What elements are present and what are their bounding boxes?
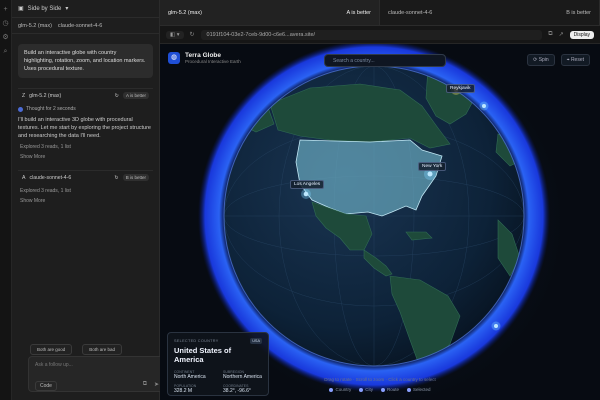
brand-title: Terra Globe	[185, 52, 222, 59]
interaction-hint: Drag to rotate · Scroll to zoom · Click …	[324, 377, 436, 382]
chevron-down-icon[interactable]: ▾	[65, 5, 68, 12]
send-icon[interactable]: ➤	[154, 381, 159, 388]
search-icon[interactable]: ⌕	[2, 48, 10, 56]
url-field[interactable]: 0191f104-03e2-7ceb-9d00-c6e6...avera.sit…	[200, 29, 543, 40]
reset-button[interactable]: ⌖ Reset	[560, 54, 590, 66]
tab-bar: glm-5.2 (max) A is better claude-sonnet-…	[160, 0, 600, 26]
chat-title[interactable]: Side by Side	[28, 6, 62, 12]
marker-europe[interactable]	[479, 101, 489, 111]
response-b-header: A claude-sonnet-4-6 ↻ B is better	[18, 170, 153, 184]
label-reykjavik[interactable]: Reykjavik	[446, 84, 475, 93]
legend-dot-icon	[380, 387, 385, 392]
thought-icon	[18, 106, 23, 112]
spin-button[interactable]: ⟳ Spin	[527, 54, 555, 66]
spin-label: Spin	[538, 57, 549, 63]
label-los-angeles[interactable]: Los Angeles	[290, 180, 325, 189]
thought-indicator[interactable]: Thought for 2 seconds	[18, 106, 153, 112]
legend-item: Selected	[407, 387, 431, 392]
plus-icon[interactable]: +	[2, 6, 10, 14]
explored-summary-a[interactable]: Explored 3 reads, 1 list	[20, 144, 151, 150]
chat-header: ▣ Side by Side ▾	[12, 0, 159, 18]
a-is-better-button[interactable]: A is better	[122, 92, 149, 99]
country-code-badge: USA	[250, 338, 262, 344]
both-good-button[interactable]: Both are good	[30, 344, 73, 355]
model-logo-icon: Z	[22, 92, 26, 99]
brand-subtitle: Procedural Interactive Earth	[185, 59, 241, 64]
tab-model-a[interactable]: glm-5.2 (max) A is better	[160, 0, 380, 25]
tab-a-badge[interactable]: A is better	[347, 10, 371, 16]
legend-label: Route	[386, 387, 399, 392]
both-bad-button[interactable]: Both are bad	[82, 344, 123, 355]
legend-dot-icon	[329, 387, 334, 392]
selected-country-name: United States of America	[174, 346, 232, 364]
globe-logo-icon: ◍	[168, 52, 180, 64]
response-b-model: claude-sonnet-4-6	[29, 174, 72, 181]
marker-los-angeles[interactable]	[301, 189, 311, 199]
explored-summary-b[interactable]: Explored 3 reads, 1 list	[20, 188, 151, 194]
tab-model-b[interactable]: claude-sonnet-4-6 B is better	[380, 0, 600, 25]
response-a-model: glm-5.2 (max)	[29, 92, 62, 99]
model-selector-row: glm-5.2 (max) claude-sonnet-4-6	[12, 18, 159, 34]
chat-panel: ▣ Side by Side ▾ glm-5.2 (max) claude-so…	[12, 0, 166, 400]
open-external-icon[interactable]: ↗	[559, 31, 564, 38]
history-icon[interactable]: ◷	[2, 20, 10, 28]
reload-icon[interactable]: ↻	[190, 31, 195, 38]
vote-row: Both are good Both are bad	[30, 344, 123, 355]
legend-item: Route	[380, 387, 399, 392]
app-viewport[interactable]: ◍ Terra Globe Procedural Interactive Ear…	[160, 44, 600, 400]
legend-dot-icon	[359, 387, 364, 392]
display-button[interactable]: Display	[569, 30, 594, 39]
composer-input[interactable]: Ask a follow up...	[35, 362, 73, 368]
tab-a-label: glm-5.2 (max)	[168, 9, 202, 16]
left-rail: + ◷ ⚙ ⌕	[0, 0, 12, 400]
tab-b-badge[interactable]: B is better	[566, 10, 591, 16]
browser-pane: glm-5.2 (max) A is better claude-sonnet-…	[160, 0, 600, 400]
refresh-icon[interactable]: ↻	[114, 175, 118, 181]
globe-controls: ⟳ Spin ⌖ Reset	[527, 54, 590, 66]
country-search-input[interactable]: Search a country...	[324, 54, 446, 67]
model-a-label[interactable]: glm-5.2 (max)	[18, 23, 52, 29]
legend-label: Selected	[413, 387, 431, 392]
model-b-label[interactable]: claude-sonnet-4-6	[58, 23, 102, 29]
legend-item: City	[359, 387, 373, 392]
app-brand: ◍ Terra Globe Procedural Interactive Ear…	[168, 52, 241, 64]
response-a-header: Z glm-5.2 (max) ↻ A is better	[18, 88, 153, 102]
show-more-a[interactable]: Show More	[20, 154, 151, 160]
show-more-b[interactable]: Show More	[20, 198, 151, 204]
side-by-side-icon: ▣	[18, 6, 24, 12]
b-is-better-button[interactable]: B is better	[122, 174, 149, 181]
legend-label: City	[365, 387, 373, 392]
thought-label: Thought for 2 seconds	[26, 106, 76, 112]
marker-africa[interactable]	[491, 321, 501, 331]
attach-icon[interactable]: ⧉	[143, 381, 147, 388]
map-legend: Country City Route Selected	[160, 387, 600, 392]
app-window: + ◷ ⚙ ⌕ ▣ Side by Side ▾ glm-5.2 (max) c…	[0, 0, 600, 400]
url-bar: ◧ ▾ ↻ 0191f104-03e2-7ceb-9d00-c6e6...ave…	[160, 26, 600, 44]
refresh-icon[interactable]: ↻	[115, 93, 119, 99]
tab-b-label: claude-sonnet-4-6	[388, 9, 433, 16]
settings-icon[interactable]: ⚙	[2, 34, 10, 42]
code-mode-button[interactable]: Code	[35, 381, 57, 391]
copy-icon[interactable]: ⧉	[548, 31, 552, 38]
label-new-york[interactable]: New York	[418, 162, 447, 171]
response-a-text: I'll build an interactive 3D globe with …	[18, 117, 151, 139]
selected-kicker: SELECTED COUNTRY	[174, 339, 219, 343]
user-prompt: Build an interactive globe with country …	[18, 44, 153, 78]
device-toggle-icon[interactable]: ◧ ▾	[166, 30, 184, 39]
anthropic-logo-icon: A	[22, 174, 26, 181]
legend-item: Country	[329, 387, 351, 392]
legend-dot-icon	[407, 387, 411, 392]
legend-label: Country	[335, 387, 352, 392]
composer[interactable]: Ask a follow up... Code ⧉ ➤	[28, 356, 166, 392]
reset-label: Reset	[570, 57, 584, 63]
